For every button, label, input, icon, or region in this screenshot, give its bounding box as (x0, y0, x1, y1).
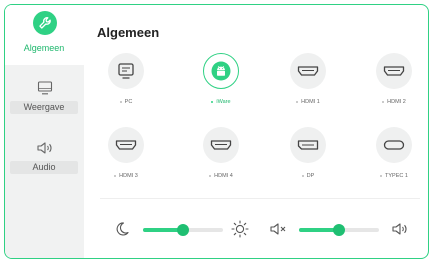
sun-icon (231, 220, 249, 243)
hdmi-port-icon (203, 127, 239, 163)
pc-icon (108, 53, 144, 89)
source-label: iWare (216, 99, 231, 105)
sidebar-item-label: Weergave (10, 101, 78, 114)
sidebar-item-weergave[interactable]: Weergave (5, 79, 84, 119)
source-label: HDMI 1 (301, 99, 320, 105)
source-pc[interactable]: PC (91, 53, 161, 105)
brightness-slider[interactable] (143, 224, 223, 236)
source-label: HDMI 2 (387, 99, 406, 105)
moon-icon (114, 221, 130, 242)
source-iware[interactable]: iWare (186, 53, 256, 105)
android-icon (203, 53, 239, 89)
speaker-icon (36, 141, 54, 160)
speaker-icon (391, 222, 411, 241)
sidebar-item-audio[interactable]: Audio (5, 139, 84, 179)
sidebar-item-label: Algemeen (23, 43, 65, 53)
source-hdmi-2[interactable]: HDMI 2 (359, 53, 428, 105)
mute-icon (269, 222, 289, 241)
monitor-icon (37, 81, 53, 100)
usb-c-icon (376, 127, 412, 163)
hdmi-port-icon (290, 53, 326, 89)
sidebar-item-label: Audio (10, 161, 78, 174)
source-label: PC (124, 99, 133, 105)
source-typec-1[interactable]: TYPEC 1 (359, 127, 428, 179)
page-title: Algemeen (97, 25, 160, 40)
volume-handle[interactable] (333, 224, 345, 236)
source-hdmi-1[interactable]: HDMI 1 (273, 53, 343, 105)
source-label: HDMI 3 (119, 173, 138, 179)
hdmi-port-icon (108, 127, 144, 163)
settings-window: Algemeen Weergave Audio Algemeen PC iWar… (4, 4, 429, 259)
source-label: DP (306, 173, 315, 179)
sidebar: Algemeen Weergave Audio (5, 5, 84, 258)
wrench-icon (32, 11, 57, 40)
source-hdmi-4[interactable]: HDMI 4 (186, 127, 256, 179)
source-dp[interactable]: DP (273, 127, 343, 179)
source-label: HDMI 4 (214, 173, 233, 179)
volume-slider[interactable] (299, 224, 379, 236)
source-hdmi-3[interactable]: HDMI 3 (91, 127, 161, 179)
hdmi-port-icon (376, 53, 412, 89)
sidebar-item-algemeen[interactable]: Algemeen (5, 5, 84, 65)
displayport-icon (290, 127, 326, 163)
divider (100, 198, 420, 199)
brightness-handle[interactable] (177, 224, 189, 236)
source-label: TYPEC 1 (385, 173, 408, 179)
